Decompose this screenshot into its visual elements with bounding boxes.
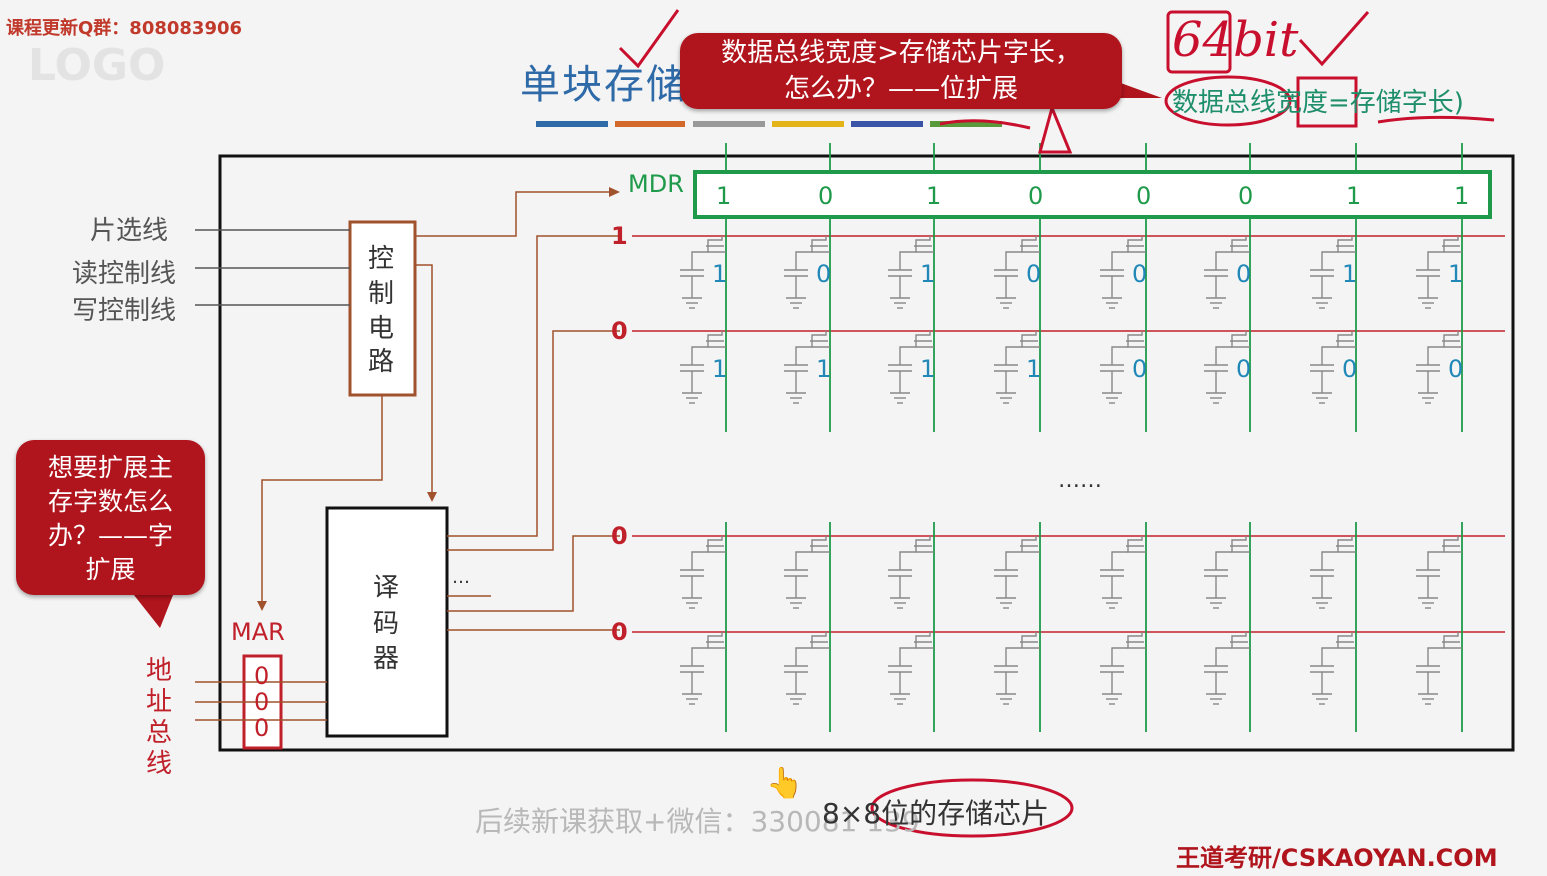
handwritten-64bit: 64bit [1172,12,1299,68]
cell-bit-value: 1 [816,355,831,383]
callout-top-pointer [1118,82,1162,98]
word-expansion-callout: 想要扩展主 存字数怎么 办？——字 扩展 [16,440,205,595]
decoder-char-2: 码 [373,609,399,639]
address-bus-char-4: 线 [146,749,173,779]
bit-expansion-callout: 数据总线宽度>存储芯片字长， 怎么办？——位扩展 [680,33,1122,109]
cell-bit-value: 1 [712,260,727,288]
mar-bit: 0 [254,714,269,742]
chip-select-label: 片选线 [90,216,169,246]
memory-cell [1310,632,1356,705]
cell-bit-value: 1 [1026,355,1041,383]
mdr-bit: 1 [1454,182,1469,210]
word-lines [632,235,1505,633]
decoder-output-lines [447,235,620,631]
control-signal-lines [195,229,350,306]
decoder-dots: … [452,567,470,588]
row-select-value: 0 [611,522,628,550]
memory-cell [1310,536,1356,609]
memory-cell [1204,536,1250,609]
cell-bit-value: 1 [1448,260,1463,288]
mdr-bit: 0 [1238,182,1253,210]
control-char-3: 电 [368,314,394,344]
mar-bit: 0 [254,688,269,716]
mdr-bit: 0 [1136,182,1151,210]
memory-chip-diagram: 1 0 1 0 0 0 1 11 1 1 1 0 0 0 0 10100011 1000 000 控 制 电… [130,9,1515,838]
mdr-bit: 0 [818,182,833,210]
bit-lines [725,143,1463,732]
memory-cell [680,632,726,705]
cell-bit-value: 0 [816,260,831,288]
cell-bit-value: 0 [1236,355,1251,383]
control-char-2: 制 [368,279,394,309]
callout-left-pointer [130,590,175,628]
control-to-decoder-line [415,264,433,494]
decoder-char-1: 译 [373,573,399,603]
arrow-to-mdr [609,187,620,197]
cell-bit-value: 0 [1132,260,1147,288]
memory-cell [888,536,934,609]
write-control-label: 写控制线 [72,296,177,326]
callout-top-line1: 数据总线宽度>存储芯片字长， [721,38,1081,68]
mdr-bit: 1 [1346,182,1361,210]
control-char-1: 控 [368,244,394,274]
cell-bit-value: 1 [712,355,727,383]
cell-bit-value: 0 [1026,260,1041,288]
mdr-bit: 0 [1028,182,1043,210]
handwritten-annotations [618,9,1495,838]
decoder-char-3: 器 [373,644,399,674]
arrow-to-mar [257,601,267,611]
memory-cell [784,632,830,705]
cell-bit-value: 0 [1342,355,1357,383]
memory-cell [1204,632,1250,705]
row-select-value: 0 [611,317,628,345]
rows-ellipsis: …… [1058,468,1102,493]
control-char-4: 路 [368,347,394,377]
mar-bit-values: 000 [254,662,269,742]
memory-cell [680,536,726,609]
memory-cell [784,536,830,609]
cell-bit-value: 0 [1236,260,1251,288]
memory-cell [888,632,934,705]
callout-left-line3: 办？——字 [47,521,173,550]
row-select-value: 1 [611,222,628,250]
memory-cell [1416,536,1462,609]
memory-cell [1416,632,1462,705]
brand-footer: 王道考研/CSKAOYAN.COM [1176,844,1498,872]
mdr-label: MDR [628,170,684,198]
callout-left-line4: 扩展 [85,555,136,584]
callout-left-line2: 存字数怎么 [47,487,173,516]
callout-top-line2: 怎么办？——位扩展 [783,74,1018,104]
cell-bit-value: 0 [1448,355,1463,383]
control-to-mdr-line [415,191,612,237]
mar-bit: 0 [254,662,269,690]
read-control-label: 读控制线 [72,259,177,289]
bus-width-note: 数据总线宽度=存储字长) [1172,88,1464,118]
arrow-to-decoder [427,492,437,502]
cell-bit-value: 0 [1132,355,1147,383]
memory-cell [994,632,1040,705]
callout-left-line1: 想要扩展主 [47,453,173,482]
cell-bit-value: 1 [920,260,935,288]
row-select-values: 1 0 0 0 [611,222,628,646]
memory-cell [994,536,1040,609]
cell-bit-value: 1 [1342,260,1357,288]
memory-cell [1100,536,1146,609]
mar-label: MAR [231,618,285,646]
mdr-register [693,170,1492,219]
pointer-hand-icon: 👆 [766,766,804,801]
mdr-bit: 1 [716,182,731,210]
row-select-value: 0 [611,618,628,646]
cell-bit-value: 1 [920,355,935,383]
mdr-bit: 1 [926,182,941,210]
chip-description: 8×8位的存储芯片 [822,797,1050,830]
memory-cell [1100,632,1146,705]
